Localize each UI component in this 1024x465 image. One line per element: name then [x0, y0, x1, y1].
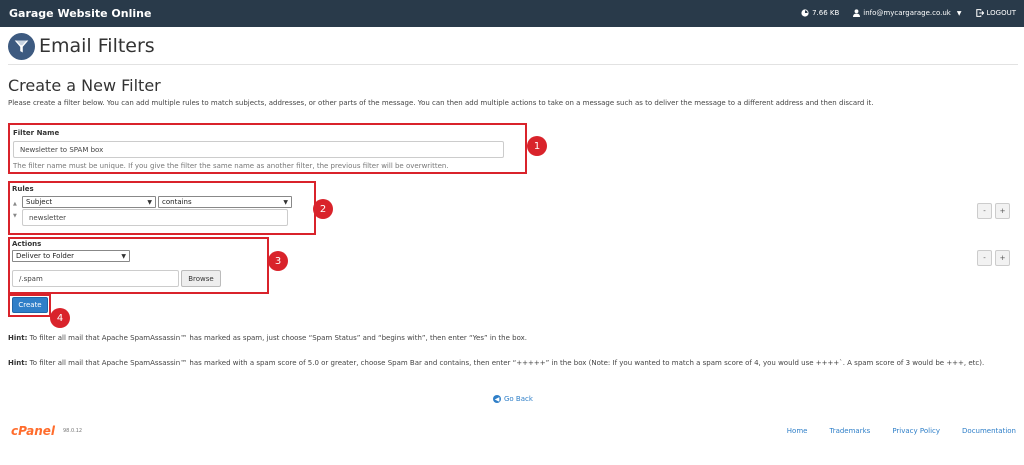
actions-label: Actions	[12, 240, 42, 248]
disk-usage-value: 7.66 KB	[812, 9, 840, 17]
annotation-badge-4: 4	[50, 308, 70, 328]
hint-1: Hint: To filter all mail that Apache Spa…	[8, 334, 527, 342]
footer-links: Home Trademarks Privacy Policy Documenta…	[765, 427, 1016, 435]
go-back-icon: ◀	[493, 395, 501, 403]
gauge-icon	[801, 9, 809, 17]
annotation-badge-2: 2	[313, 199, 333, 219]
user-icon	[853, 9, 861, 17]
brand-title[interactable]: Garage Website Online	[9, 7, 151, 20]
action-select[interactable]: Deliver to Folder ▼	[12, 250, 130, 262]
annotation-badge-3: 3	[268, 251, 288, 271]
filter-funnel-icon	[8, 33, 35, 60]
action-select-value: Deliver to Folder	[16, 252, 75, 260]
divider	[8, 64, 1018, 65]
intro-text: Please create a filter below. You can ad…	[8, 99, 874, 107]
annotation-badge-1: 1	[527, 136, 547, 156]
section-title: Create a New Filter	[8, 76, 161, 95]
rule-match-value: contains	[162, 198, 192, 206]
top-right-menu: 7.66 KB info@mycargarage.co.uk ▼ LOGOUT	[787, 9, 1016, 17]
hint-1-label: Hint:	[8, 334, 28, 342]
go-back-label: Go Back	[504, 395, 533, 403]
go-back-link[interactable]: ◀ Go Back	[493, 395, 533, 403]
hint-1-text: To filter all mail that Apache SpamAssas…	[27, 334, 528, 342]
logout-link[interactable]: LOGOUT	[975, 9, 1017, 17]
top-bar: Garage Website Online 7.66 KB info@mycar…	[0, 0, 1024, 27]
footer-link-privacy-policy[interactable]: Privacy Policy	[892, 427, 940, 435]
footer-link-home[interactable]: Home	[787, 427, 808, 435]
rule-part-select[interactable]: Subject ▼	[22, 196, 156, 208]
cpanel-version: 98.0.12	[63, 428, 83, 434]
filter-name-label: Filter Name	[13, 129, 60, 137]
chevron-down-icon: ▼	[147, 198, 152, 206]
user-email: info@mycargarage.co.uk	[863, 9, 951, 17]
browse-button[interactable]: Browse	[181, 270, 221, 287]
cpanel-logo: cPanel	[11, 424, 56, 438]
user-menu[interactable]: info@mycargarage.co.uk ▼	[853, 9, 962, 17]
disk-usage[interactable]: 7.66 KB	[801, 9, 839, 17]
move-rule-up-icon[interactable]: ▲	[13, 201, 17, 207]
rule-value-input[interactable]: newsletter	[22, 209, 288, 226]
rule-match-select[interactable]: contains ▼	[158, 196, 292, 208]
remove-action-button[interactable]: -	[977, 250, 992, 266]
remove-rule-button[interactable]: -	[977, 203, 992, 219]
add-rule-button[interactable]: +	[995, 203, 1010, 219]
move-rule-down-icon[interactable]: ▼	[13, 213, 17, 219]
create-button[interactable]: Create	[12, 297, 48, 313]
filter-name-help: The filter name must be unique. If you g…	[13, 162, 449, 170]
add-action-button[interactable]: +	[995, 250, 1010, 266]
logout-label: LOGOUT	[986, 9, 1017, 17]
page-title: Email Filters	[39, 35, 155, 57]
filter-name-input[interactable]: Newsletter to SPAM box	[13, 141, 504, 158]
hint-2: Hint: To filter all mail that Apache Spa…	[8, 359, 984, 367]
chevron-down-icon: ▼	[121, 252, 126, 260]
footer-link-trademarks[interactable]: Trademarks	[829, 427, 870, 435]
chevron-down-icon: ▼	[956, 9, 962, 17]
annotation-box-2	[8, 181, 316, 235]
logout-icon	[975, 9, 984, 17]
rule-part-value: Subject	[26, 198, 53, 206]
hint-2-text: To filter all mail that Apache SpamAssas…	[27, 359, 985, 367]
rules-label: Rules	[12, 185, 34, 193]
footer-link-documentation[interactable]: Documentation	[962, 427, 1016, 435]
hint-2-label: Hint:	[8, 359, 28, 367]
folder-path-input[interactable]: /.spam	[12, 270, 179, 287]
chevron-down-icon: ▼	[283, 198, 288, 206]
